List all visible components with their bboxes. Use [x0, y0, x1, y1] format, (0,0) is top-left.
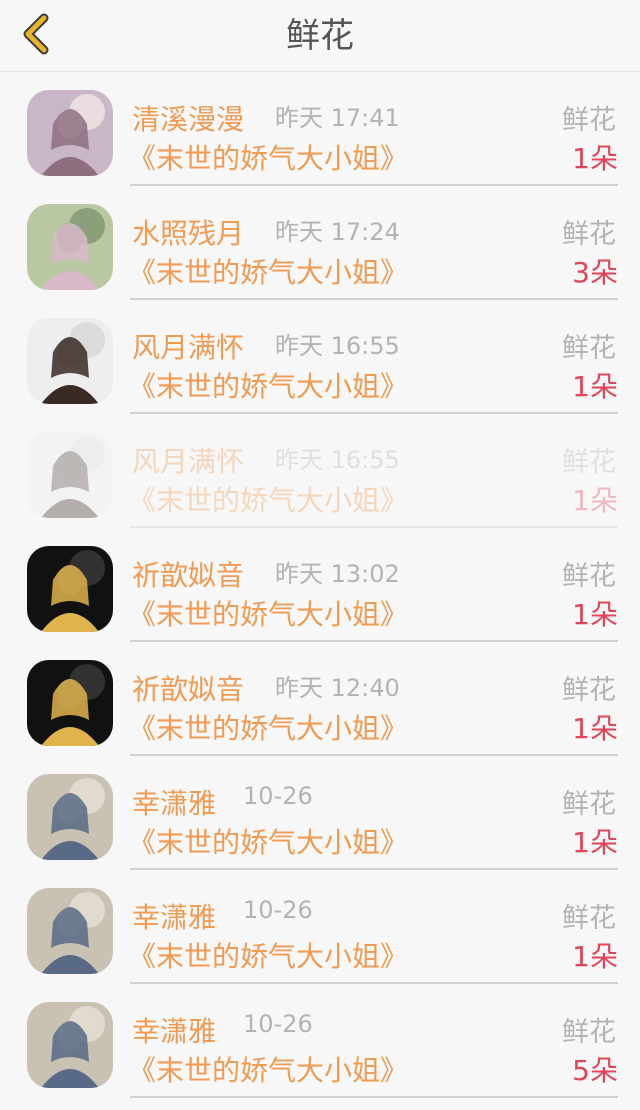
gift-count: 1朵 — [572, 142, 618, 175]
gift-type: 鲜花 — [562, 675, 616, 706]
gift-type: 鲜花 — [562, 333, 616, 364]
list-item[interactable]: 幸潇雅 10-26 鲜花《末世的娇气大小姐》 1朵 — [0, 756, 640, 870]
gift-count: 1朵 — [572, 598, 618, 631]
avatar[interactable] — [27, 90, 113, 176]
sender-name[interactable]: 幸潇雅 — [132, 1010, 216, 1050]
gift-count: 1朵 — [572, 370, 618, 403]
top-bar: 鲜花 — [0, 0, 640, 72]
page-title: 鲜花 — [286, 16, 354, 56]
timestamp: 10-26 — [243, 782, 313, 810]
book-title[interactable]: 《末世的娇气大小姐》 — [128, 707, 408, 747]
avatar-image — [27, 660, 113, 746]
avatar[interactable] — [27, 888, 113, 974]
gift-list: 清溪漫漫 昨天 17:41 鲜花 《末世的娇气大小姐》 1朵 水照残月 昨天 17:24 鲜花… — [0, 72, 640, 1098]
divider — [130, 1096, 618, 1098]
avatar[interactable] — [27, 774, 113, 860]
avatar-image — [27, 90, 113, 176]
sender-name[interactable]: 祈歆姒音 — [132, 554, 244, 594]
sender-name[interactable]: 幸潇雅 — [132, 782, 216, 822]
gift-type: 鲜花 — [562, 219, 616, 250]
avatar-image — [27, 318, 113, 404]
timestamp: 昨天 12:40 — [275, 674, 400, 702]
sender-name[interactable]: 幸潇雅 — [132, 896, 216, 936]
book-title[interactable]: 《末世的娇气大小姐》 — [128, 821, 408, 861]
sender-name[interactable]: 风月满怀 — [132, 440, 244, 480]
book-title[interactable]: 《末世的娇气大小姐》 — [128, 365, 408, 405]
list-item[interactable]: 祈歆姒音 昨天 13:02 鲜花《末世的娇气大小姐》 1朵 — [0, 528, 640, 642]
sender-name[interactable]: 水照残月 — [132, 212, 244, 252]
avatar[interactable] — [27, 432, 113, 518]
gift-count: 3朵 — [572, 256, 618, 289]
avatar[interactable] — [27, 546, 113, 632]
gift-type: 鲜花 — [562, 105, 616, 136]
avatar-image — [27, 888, 113, 974]
book-title[interactable]: 《末世的娇气大小姐》 — [128, 479, 408, 519]
gift-count: 5朵 — [572, 1054, 618, 1087]
avatar[interactable] — [27, 318, 113, 404]
gift-count: 1朵 — [572, 712, 618, 745]
gift-count: 1朵 — [572, 484, 618, 517]
gift-count: 1朵 — [572, 826, 618, 859]
sender-name[interactable]: 祈歆姒音 — [132, 668, 244, 708]
book-title[interactable]: 《末世的娇气大小姐》 — [128, 1049, 408, 1089]
gift-type: 鲜花 — [562, 447, 616, 478]
list-item[interactable]: 清溪漫漫 昨天 17:41 鲜花《末世的娇气大小姐》 1朵 — [0, 72, 640, 186]
book-title[interactable]: 《末世的娇气大小姐》 — [128, 251, 408, 291]
gift-count: 1朵 — [572, 940, 618, 973]
list-item[interactable]: 祈歆姒音 昨天 12:40 鲜花《末世的娇气大小姐》 1朵 — [0, 642, 640, 756]
book-title[interactable]: 《末世的娇气大小姐》 — [128, 593, 408, 633]
timestamp: 10-26 — [243, 896, 313, 924]
avatar[interactable] — [27, 660, 113, 746]
list-item[interactable]: 幸潇雅 10-26 鲜花《末世的娇气大小姐》 5朵 — [0, 984, 640, 1098]
sender-name[interactable]: 风月满怀 — [132, 326, 244, 366]
sender-name[interactable]: 清溪漫漫 — [132, 98, 244, 138]
avatar-image — [27, 774, 113, 860]
timestamp: 昨天 17:41 — [275, 104, 400, 132]
avatar-image — [27, 204, 113, 290]
timestamp: 10-26 — [243, 1010, 313, 1038]
avatar-image — [27, 432, 113, 518]
gift-type: 鲜花 — [562, 789, 616, 820]
timestamp: 昨天 13:02 — [275, 560, 400, 588]
gift-type: 鲜花 — [562, 903, 616, 934]
book-title[interactable]: 《末世的娇气大小姐》 — [128, 935, 408, 975]
list-item[interactable]: 幸潇雅 10-26 鲜花《末世的娇气大小姐》 1朵 — [0, 870, 640, 984]
avatar[interactable] — [27, 204, 113, 290]
timestamp: 昨天 16:55 — [275, 332, 400, 360]
book-title[interactable]: 《末世的娇气大小姐》 — [128, 137, 408, 177]
gift-type: 鲜花 — [562, 1017, 616, 1048]
avatar[interactable] — [27, 1002, 113, 1088]
avatar-image — [27, 1002, 113, 1088]
avatar-image — [27, 546, 113, 632]
timestamp: 昨天 17:24 — [275, 218, 400, 246]
timestamp: 昨天 16:55 — [275, 446, 400, 474]
list-item[interactable]: 风月满怀 昨天 16:55 鲜花《末世的娇气大小姐》 1朵 — [0, 300, 640, 414]
list-item[interactable]: 风月满怀 昨天 16:55 鲜花《末世的娇气大小姐》 1朵 — [0, 414, 640, 528]
gift-type: 鲜花 — [562, 561, 616, 592]
list-item[interactable]: 水照残月 昨天 17:24 鲜花《末世的娇气大小姐》 3朵 — [0, 186, 640, 300]
